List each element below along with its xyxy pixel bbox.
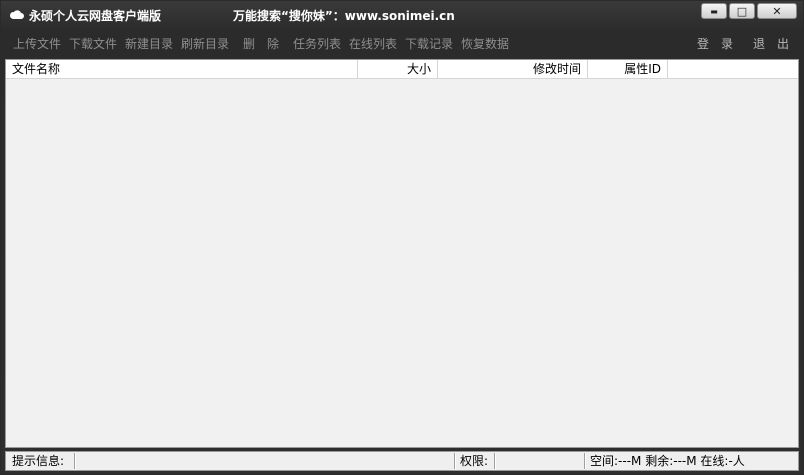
minimize-button[interactable]: ▬ [701,3,727,19]
file-list[interactable]: 文件名称 大小 修改时间 属性ID [5,59,799,448]
minimize-icon: ▬ [710,6,718,16]
space-info: 空间:---M 剩余:---M 在线:-人 [590,454,745,468]
status-bar: 提示信息: 权限: 空间:---M 剩余:---M 在线:-人 [5,451,799,471]
toolbar: 上传文件 下载文件 新建目录 刷新目录 删 除 任务列表 在线列表 下载记录 恢… [5,29,799,57]
download-log-button[interactable]: 下载记录 [405,35,453,52]
refresh-directory-button[interactable]: 刷新目录 [181,35,229,52]
status-separator [454,453,456,469]
title-bar[interactable]: 永硕个人云网盘客户端版 万能搜索“搜你妹”：www.sonimei.cn ▬ □… [1,1,803,29]
app-window: 永硕个人云网盘客户端版 万能搜索“搜你妹”：www.sonimei.cn ▬ □… [0,0,804,475]
status-separator [584,453,586,469]
download-file-button[interactable]: 下载文件 [69,35,117,52]
delete-button[interactable]: 删 除 [243,35,279,52]
restore-data-button[interactable]: 恢复数据 [461,35,509,52]
upload-file-button[interactable]: 上传文件 [13,35,61,52]
cloud-icon [10,10,24,19]
maximize-icon: □ [736,4,748,18]
maximize-button[interactable]: □ [729,3,755,19]
column-header-size[interactable]: 大小 [358,60,438,78]
window-controls: ▬ □ ✕ [701,3,797,21]
new-directory-button[interactable]: 新建目录 [125,35,173,52]
login-button[interactable]: 登 录 [697,35,733,52]
window-title: 永硕个人云网盘客户端版 [29,9,162,23]
permission-label: 权限: [460,454,489,468]
hint-label: 提示信息: [12,454,65,468]
logout-button[interactable]: 退 出 [753,35,789,52]
column-header-filename[interactable]: 文件名称 [6,60,358,78]
status-separator [74,453,76,469]
file-list-header: 文件名称 大小 修改时间 属性ID [6,60,798,79]
column-header-modified-time[interactable]: 修改时间 [438,60,588,78]
close-button[interactable]: ✕ [757,3,797,19]
task-list-button[interactable]: 任务列表 [293,35,341,52]
status-separator [494,453,496,469]
title-slogan: 万能搜索“搜你妹”：www.sonimei.cn [233,9,455,23]
close-icon: ✕ [772,4,782,18]
column-header-attribute-id[interactable]: 属性ID [588,60,668,78]
online-list-button[interactable]: 在线列表 [349,35,397,52]
